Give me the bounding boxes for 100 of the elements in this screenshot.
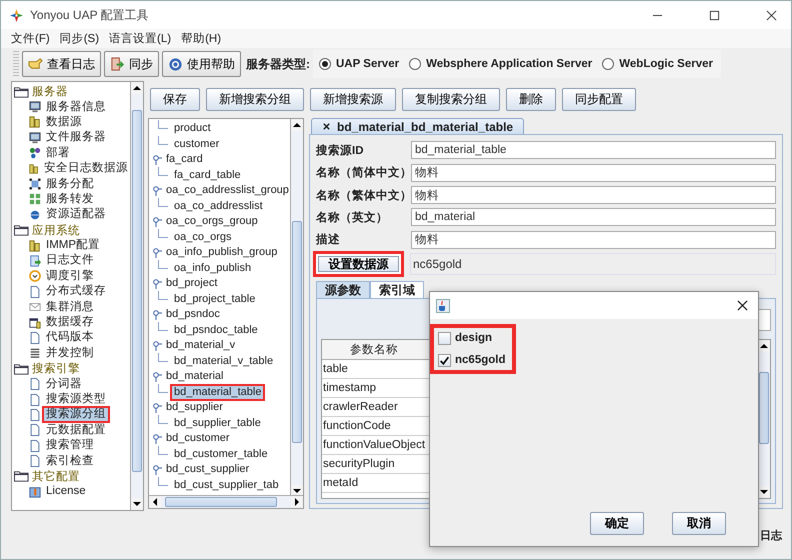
- tree-handle-icon[interactable]: [152, 340, 162, 351]
- tree-item[interactable]: 搜索源类型: [42, 391, 110, 408]
- tree-handle-icon[interactable]: [152, 310, 162, 320]
- scrollbar[interactable]: [130, 82, 143, 510]
- tree-handle-icon[interactable]: [152, 154, 162, 165]
- arrow-up-icon[interactable]: [131, 82, 143, 94]
- tree-group[interactable]: 其它配置: [32, 468, 80, 484]
- maximize-icon[interactable]: [709, 10, 720, 20]
- menu-item[interactable]: 同步(S): [60, 31, 100, 46]
- toolbar-button[interactable]: 使用帮助: [162, 51, 241, 77]
- tree-group[interactable]: 应用系统: [32, 222, 80, 238]
- checkbox-option[interactable]: design: [438, 330, 508, 346]
- tree-item[interactable]: 部署: [42, 144, 74, 162]
- tree-item[interactable]: bd_material_v_table: [170, 352, 278, 370]
- menu-item[interactable]: 语言设置(L): [109, 31, 172, 46]
- tree-handle-icon[interactable]: [152, 464, 162, 475]
- tree-item[interactable]: 资源适配器: [42, 206, 110, 224]
- tree-item[interactable]: 索引检查: [42, 452, 98, 470]
- tree-handle-icon[interactable]: [152, 434, 162, 444]
- tree-item[interactable]: License: [42, 483, 90, 500]
- tree-item[interactable]: 元数据配置: [42, 422, 110, 439]
- tree-item[interactable]: 服务器信息: [42, 98, 110, 116]
- radio-option[interactable]: WebLogic Server: [602, 58, 713, 70]
- tree-item[interactable]: bd_psndoc: [162, 306, 224, 324]
- close-icon[interactable]: [737, 300, 748, 311]
- input-field[interactable]: 物料: [411, 186, 776, 204]
- tree-item[interactable]: oa_info_publish_group: [162, 244, 282, 262]
- tree-item[interactable]: oa_co_orgs: [170, 228, 236, 246]
- tree-item[interactable]: 日志文件: [42, 252, 98, 270]
- action-button[interactable]: 新增搜索源: [310, 88, 396, 111]
- checkbox[interactable]: [438, 332, 451, 344]
- set-datasource-button[interactable]: 设置数据源: [313, 251, 404, 277]
- tree-item[interactable]: 调度引擎: [42, 268, 98, 285]
- radio-button[interactable]: [409, 58, 422, 70]
- tree-group[interactable]: 搜索引擎: [32, 361, 80, 376]
- toolbar-button[interactable]: 同步: [104, 51, 159, 77]
- tree-item[interactable]: IMMP配置: [42, 237, 104, 254]
- menu-item[interactable]: 文件(F): [11, 31, 50, 46]
- tree-item[interactable]: 并发控制: [42, 344, 98, 362]
- input-field[interactable]: 物料: [411, 164, 776, 182]
- arrow-down-icon[interactable]: [291, 485, 303, 495]
- arrow-down-icon[interactable]: [131, 498, 143, 510]
- input-field[interactable]: 物料: [411, 230, 776, 249]
- tree-item[interactable]: 文件服务器: [42, 129, 110, 146]
- close-icon[interactable]: [766, 10, 777, 20]
- tree-handle-icon[interactable]: [152, 372, 162, 382]
- arrow-right-icon[interactable]: [291, 496, 303, 508]
- tree-item[interactable]: oa_info_publish: [170, 260, 256, 277]
- scrollbar[interactable]: [149, 495, 303, 508]
- input-field[interactable]: bd_material_table: [411, 141, 776, 160]
- tree-item[interactable]: 搜索源分组: [42, 406, 110, 424]
- tree-item[interactable]: 数据源: [42, 114, 86, 131]
- tree-item[interactable]: bd_cust_supplier_tab: [170, 476, 283, 494]
- tree-item[interactable]: 分布式缓存: [42, 283, 110, 300]
- tree-item[interactable]: oa_co_addresslist: [170, 198, 267, 215]
- tree-item[interactable]: 服务分配: [42, 176, 98, 193]
- tree-handle-icon[interactable]: [152, 278, 162, 289]
- arrow-left-icon[interactable]: [149, 496, 161, 508]
- tree-item[interactable]: bd_supplier: [162, 399, 227, 416]
- radio-button[interactable]: [319, 58, 331, 70]
- tree-item[interactable]: bd_customer_table: [170, 446, 272, 463]
- tree-item[interactable]: fa_card: [162, 151, 207, 168]
- tree-item[interactable]: bd_cust_supplier: [162, 461, 254, 478]
- dialog-button[interactable]: 确定: [590, 512, 644, 535]
- tree-item[interactable]: 数据缓存: [42, 314, 98, 332]
- tree-item[interactable]: bd_project_table: [170, 290, 260, 308]
- tree-handle-icon[interactable]: [152, 402, 162, 413]
- tree-handle-icon[interactable]: [152, 186, 162, 196]
- tree-item[interactable]: bd_material_v: [162, 337, 240, 354]
- radio-option[interactable]: Websphere Application Server: [409, 58, 592, 70]
- tree-item[interactable]: 服务转发: [42, 190, 98, 208]
- tree-handle-icon[interactable]: [152, 216, 162, 227]
- radio-button[interactable]: [602, 58, 614, 70]
- tree-group[interactable]: 服务器: [32, 84, 68, 100]
- tree-item[interactable]: product: [170, 120, 215, 138]
- action-button[interactable]: 同步配置: [562, 88, 636, 111]
- tree-item[interactable]: fa_card_table: [170, 166, 245, 184]
- action-button[interactable]: 新增搜索分组: [206, 88, 304, 111]
- toolbar-button[interactable]: 查看日志: [22, 51, 101, 77]
- editor-tab[interactable]: bd_material_bd_material_table: [311, 118, 524, 134]
- tree-handle-icon[interactable]: [152, 248, 162, 258]
- tree-item[interactable]: oa_co_addresslist_group: [162, 182, 290, 200]
- tree-item[interactable]: bd_psndoc_table: [170, 322, 262, 339]
- close-icon[interactable]: [322, 122, 331, 132]
- tree-item[interactable]: customer: [170, 136, 224, 153]
- menu-item[interactable]: 帮助(H): [181, 31, 222, 46]
- tree-item[interactable]: 搜索管理: [42, 437, 98, 454]
- tree-item[interactable]: 安全日志数据源: [40, 160, 130, 178]
- tree-item[interactable]: bd_material: [162, 368, 228, 386]
- tree-item[interactable]: bd_supplier_table: [170, 414, 265, 432]
- checkbox[interactable]: [438, 354, 451, 366]
- action-button[interactable]: 复制搜索分组: [402, 88, 500, 111]
- arrow-down-icon[interactable]: [758, 486, 770, 498]
- radio-option[interactable]: UAP Server: [319, 58, 400, 70]
- tab[interactable]: 源参数: [316, 281, 370, 298]
- tree-item[interactable]: 代码版本: [42, 329, 98, 346]
- arrow-up-icon[interactable]: [758, 340, 770, 352]
- action-button[interactable]: 保存: [150, 88, 200, 111]
- dialog-button[interactable]: 取消: [672, 512, 726, 535]
- tree-item[interactable]: bd_material_table: [170, 384, 266, 401]
